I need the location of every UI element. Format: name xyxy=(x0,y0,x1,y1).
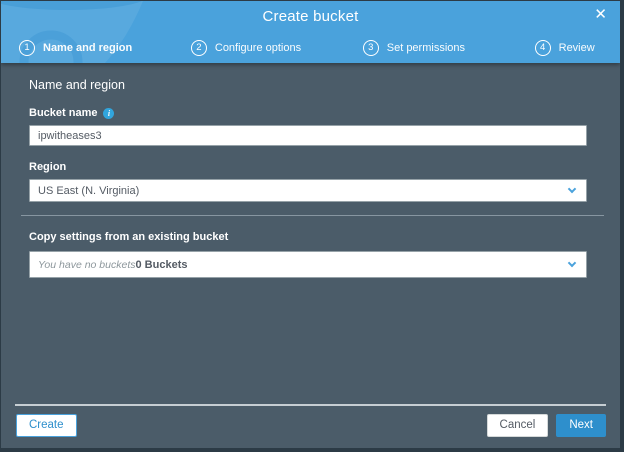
step-label: Name and region xyxy=(43,42,133,54)
info-icon[interactable]: i xyxy=(103,107,115,119)
create-bucket-modal: Create bucket ✕ 1 Name and region 2 Conf… xyxy=(1,1,620,448)
footer-right-buttons: Cancel Next xyxy=(486,413,606,437)
region-select[interactable]: US East (N. Virginia) xyxy=(29,179,587,202)
modal-footer: Create Cancel Next xyxy=(15,404,606,448)
cancel-button[interactable]: Cancel xyxy=(486,413,549,437)
step-set-permissions[interactable]: 3 Set permissions xyxy=(362,40,535,56)
region-label: Region xyxy=(29,161,587,173)
chevron-down-icon xyxy=(567,184,577,193)
step-circle: 3 xyxy=(362,40,379,56)
bucket-name-label-text: Bucket name xyxy=(29,107,98,119)
bucket-count: 0 Buckets xyxy=(135,258,188,271)
region-label-text: Region xyxy=(29,161,67,173)
copy-settings-select[interactable]: You have no buckets 0 Buckets xyxy=(29,251,587,278)
step-circle: 2 xyxy=(190,40,207,56)
close-icon[interactable]: ✕ xyxy=(594,6,607,24)
chevron-down-icon xyxy=(567,258,577,267)
step-configure-options[interactable]: 2 Configure options xyxy=(190,40,363,56)
create-button[interactable]: Create xyxy=(16,413,77,437)
no-buckets-placeholder: You have no buckets xyxy=(38,258,136,271)
copy-settings-label-text: Copy settings from an existing bucket xyxy=(29,231,229,243)
modal-body: Name and region Bucket name i Region US … xyxy=(1,63,620,448)
region-selected-value: US East (N. Virginia) xyxy=(38,184,140,197)
copy-settings-label: Copy settings from an existing bucket xyxy=(29,231,587,243)
section-heading: Name and region xyxy=(29,78,125,92)
screenshot-frame: Create bucket ✕ 1 Name and region 2 Conf… xyxy=(0,0,624,452)
step-label: Configure options xyxy=(214,42,302,54)
next-button[interactable]: Next xyxy=(556,413,606,437)
section-divider xyxy=(21,215,604,216)
modal-title: Create bucket xyxy=(262,8,359,25)
step-name-and-region[interactable]: 1 Name and region xyxy=(19,40,191,56)
bucket-name-label: Bucket name i xyxy=(29,107,587,119)
step-label: Review xyxy=(558,42,595,54)
step-review[interactable]: 4 Review xyxy=(534,40,620,56)
bucket-name-input[interactable] xyxy=(29,125,587,146)
step-circle: 1 xyxy=(19,40,35,56)
step-circle: 4 xyxy=(534,40,551,56)
step-label: Set permissions xyxy=(386,42,466,54)
wizard-stepper: 1 Name and region 2 Configure options 3 … xyxy=(19,40,620,56)
modal-header: Create bucket ✕ 1 Name and region 2 Conf… xyxy=(1,1,620,63)
